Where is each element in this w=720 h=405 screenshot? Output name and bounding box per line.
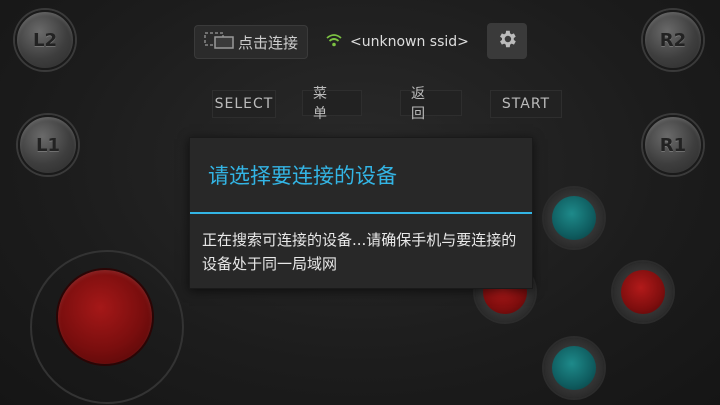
l2-label: L2 bbox=[33, 29, 57, 51]
l1-label: L1 bbox=[36, 134, 60, 156]
action-button-right[interactable] bbox=[613, 262, 673, 322]
connect-button[interactable]: 点击连接 bbox=[194, 25, 308, 59]
gear-icon bbox=[496, 28, 518, 54]
action-button-bottom-cap bbox=[552, 346, 596, 390]
settings-button[interactable] bbox=[487, 23, 527, 59]
r2-label: R2 bbox=[659, 29, 687, 51]
action-button-top[interactable] bbox=[544, 188, 604, 248]
joystick-knob[interactable] bbox=[58, 270, 152, 364]
wifi-status: <unknown ssid> bbox=[326, 30, 469, 54]
action-button-right-cap bbox=[621, 270, 665, 314]
ssid-text: <unknown ssid> bbox=[350, 34, 469, 50]
dialog-title: 请选择要连接的设备 bbox=[190, 138, 532, 214]
l1-button[interactable]: L1 bbox=[18, 115, 78, 175]
screen-connect-icon bbox=[204, 31, 234, 53]
wifi-icon bbox=[326, 33, 342, 51]
r2-button[interactable]: R2 bbox=[643, 10, 703, 70]
select-button[interactable]: SELECT bbox=[212, 90, 276, 118]
dialog-message: 正在搜索可连接的设备...请确保手机与要连接的设备处于同一局域网 bbox=[202, 231, 517, 273]
r1-label: R1 bbox=[659, 134, 687, 156]
action-button-bottom[interactable] bbox=[544, 338, 604, 398]
start-button[interactable]: START bbox=[490, 90, 562, 118]
back-button[interactable]: 返回 bbox=[400, 86, 462, 122]
menu-button[interactable]: 菜单 bbox=[302, 86, 362, 122]
device-select-dialog: 请选择要连接的设备 正在搜索可连接的设备...请确保手机与要连接的设备处于同一局… bbox=[189, 137, 533, 289]
l2-button[interactable]: L2 bbox=[15, 10, 75, 70]
r1-button[interactable]: R1 bbox=[643, 115, 703, 175]
connect-label: 点击连接 bbox=[237, 33, 298, 52]
action-button-top-cap bbox=[552, 196, 596, 240]
